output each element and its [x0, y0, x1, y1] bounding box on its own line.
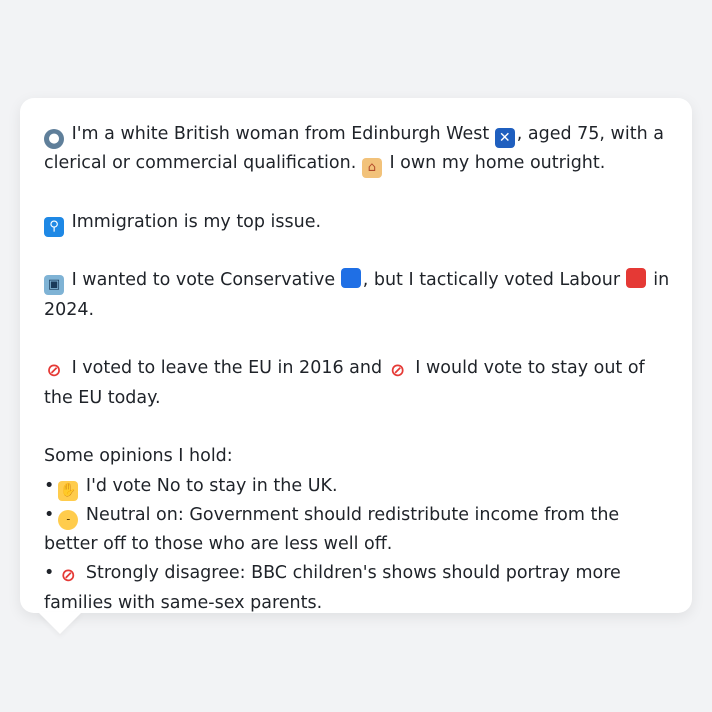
eu-text-a: I voted to leave the EU in 2016 and [71, 358, 383, 379]
opinion-item: • ⊘ Strongly disagree: BBC children's sho… [44, 559, 670, 618]
intro-text-a: I'm a white British woman from Edinburgh… [71, 124, 490, 144]
opinion-text: Neutral on: Government should redistribu… [44, 504, 620, 555]
prohibited-icon: ⊘ [46, 360, 62, 382]
vote-statement: ▣ I wanted to vote Conservative , but I … [44, 266, 670, 325]
top-issue-text: Immigration is my top issue. [71, 211, 322, 232]
prohibited-icon: ⊘ [390, 360, 406, 382]
scotland-flag-icon: ✕ [494, 128, 515, 148]
bullet: • [44, 563, 55, 584]
passport-control-icon: ⚲ [44, 216, 64, 237]
vote-text-a: I wanted to vote Conservative [71, 270, 336, 291]
opinion-item: • ˗ Neutral on: Government should redistr… [44, 501, 670, 560]
prohibited-icon: ⊘ [60, 565, 76, 587]
chat-message-bubble: ● I'm a white British woman from Edinbur… [20, 98, 692, 613]
intro-text-c: I own my home outright. [389, 153, 606, 174]
blue-square-icon [340, 268, 361, 289]
red-square-icon [625, 268, 646, 289]
bubble-tail [38, 612, 82, 634]
eu-statement: ⊘ I voted to leave the EU in 2016 and ⊘ … [44, 354, 670, 413]
opinion-text: I'd vote No to stay in the UK. [85, 475, 338, 496]
bullet: • [44, 504, 55, 525]
bullet: • [44, 475, 55, 496]
opinion-text: Strongly disagree: BBC children's shows … [44, 563, 621, 613]
house-icon: ⌂ [361, 158, 382, 179]
profile-intro: ● I'm a white British woman from Edinbur… [44, 120, 670, 179]
top-issue: ⚲ Immigration is my top issue. [44, 208, 670, 237]
opinions-heading: Some opinions I hold: [44, 446, 233, 467]
ballot-box-icon: ▣ [44, 275, 64, 296]
handshake-icon: ✋ [58, 480, 79, 501]
bust-in-silhouette-icon: ● [44, 129, 64, 149]
opinion-item: • ✋ I'd vote No to stay in the UK. [44, 472, 670, 501]
vote-text-b: , but I tactically voted Labour [362, 270, 621, 291]
neutral-face-icon: ˗ [58, 509, 79, 530]
